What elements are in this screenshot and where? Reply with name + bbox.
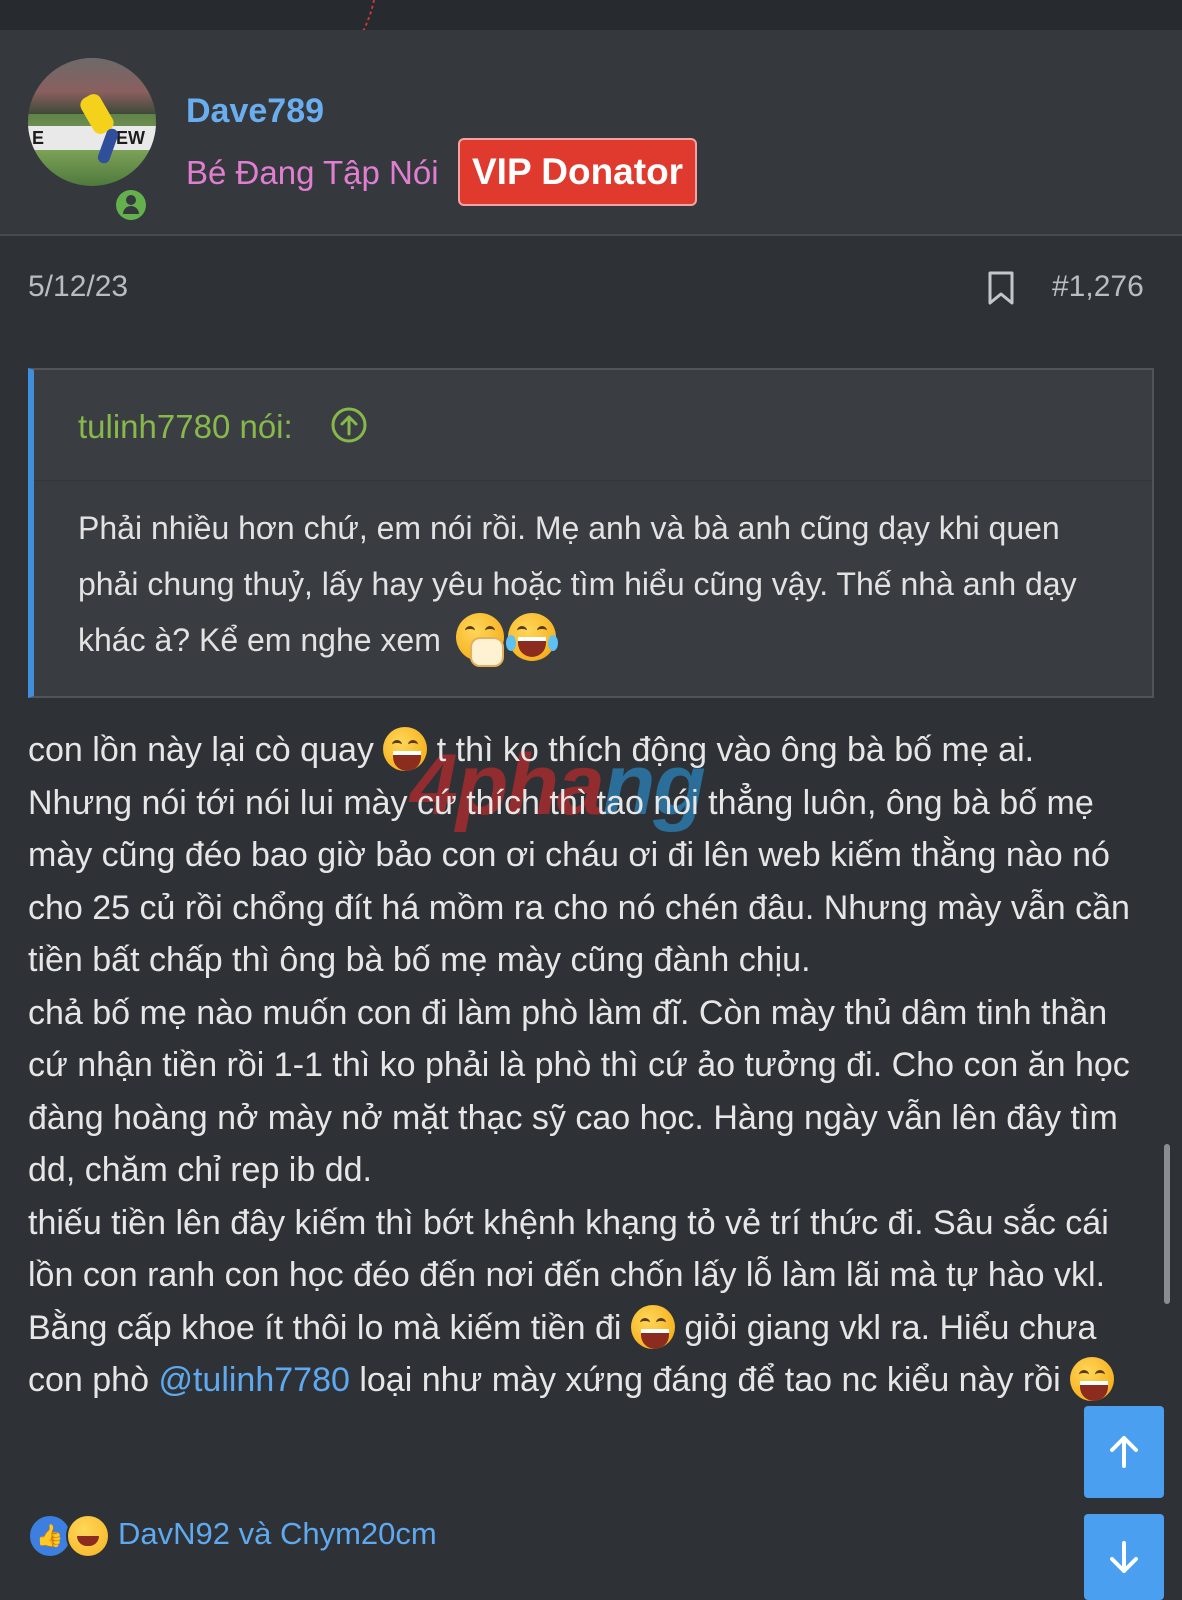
scroll-to-top-button[interactable] bbox=[1084, 1406, 1164, 1498]
avatar-board-text-right: EW bbox=[116, 128, 145, 148]
online-status-icon bbox=[112, 186, 150, 224]
quote-header: tulinh7780 nói: bbox=[34, 370, 1152, 481]
quote-text: Phải nhiều hơn chứ, em nói rồi. Mẹ anh v… bbox=[78, 500, 1098, 668]
quote-author[interactable]: tulinh7780 nói: bbox=[78, 408, 293, 446]
scrollbar-thumb[interactable] bbox=[1164, 1144, 1170, 1304]
laughing-emoji-icon bbox=[383, 727, 428, 771]
post-paragraph-3: thiếu tiền lên đây kiếm thì bớt khệnh kh… bbox=[28, 1197, 1138, 1407]
hand-over-mouth-emoji-icon bbox=[455, 613, 504, 667]
username[interactable]: Dave789 bbox=[186, 92, 324, 131]
author-card: E EW Dave789 Bé Đang Tập Nói VIP Donator bbox=[0, 30, 1182, 236]
laughing-emoji-icon bbox=[630, 1304, 675, 1349]
post-body: con lồn này lại cò quay t thì ko thích đ… bbox=[28, 724, 1138, 1407]
vip-badge: VIP Donator bbox=[458, 138, 698, 206]
reaction-users[interactable]: DavN92 và Chym20cm bbox=[118, 1516, 437, 1552]
bookmark-icon[interactable] bbox=[986, 270, 1016, 306]
haha-icon bbox=[66, 1514, 110, 1558]
quote-text-content: Phải nhiều hơn chứ, em nói rồi. Mẹ anh v… bbox=[78, 510, 1077, 658]
arrow-down-icon bbox=[1110, 1541, 1138, 1573]
scroll-to-bottom-button[interactable] bbox=[1084, 1514, 1164, 1600]
laughing-emoji-icon bbox=[1070, 1357, 1115, 1401]
post-paragraph-1: con lồn này lại cò quay t thì ko thích đ… bbox=[28, 724, 1138, 987]
avatar[interactable]: E EW bbox=[28, 58, 156, 186]
quote-block: tulinh7780 nói: Phải nhiều hơn chứ, em n… bbox=[28, 368, 1154, 698]
tears-of-joy-emoji-icon bbox=[505, 613, 558, 661]
avatar-board-text-left: E bbox=[32, 128, 45, 148]
post-text: con lồn này lại cò quay bbox=[28, 731, 384, 769]
quote-jump-icon[interactable] bbox=[330, 406, 368, 444]
post-text: loại như mày xứng đáng để tao nc kiểu nà… bbox=[349, 1361, 1071, 1399]
user-mention-link[interactable]: @tulinh7780 bbox=[158, 1361, 349, 1399]
user-title: Bé Đang Tập Nói bbox=[186, 154, 439, 191]
top-strip bbox=[0, 0, 1182, 30]
post-paragraph-2: chả bố mẹ nào muốn con đi làm phò làm đĩ… bbox=[28, 987, 1138, 1197]
arrow-up-icon bbox=[1110, 1436, 1138, 1468]
post-text: chả bố mẹ nào muốn con đi làm phò làm đĩ… bbox=[28, 993, 1130, 1190]
post-number[interactable]: #1,276 bbox=[1052, 270, 1144, 304]
post-date[interactable]: 5/12/23 bbox=[28, 270, 128, 304]
avatar-board: E EW bbox=[28, 126, 156, 150]
